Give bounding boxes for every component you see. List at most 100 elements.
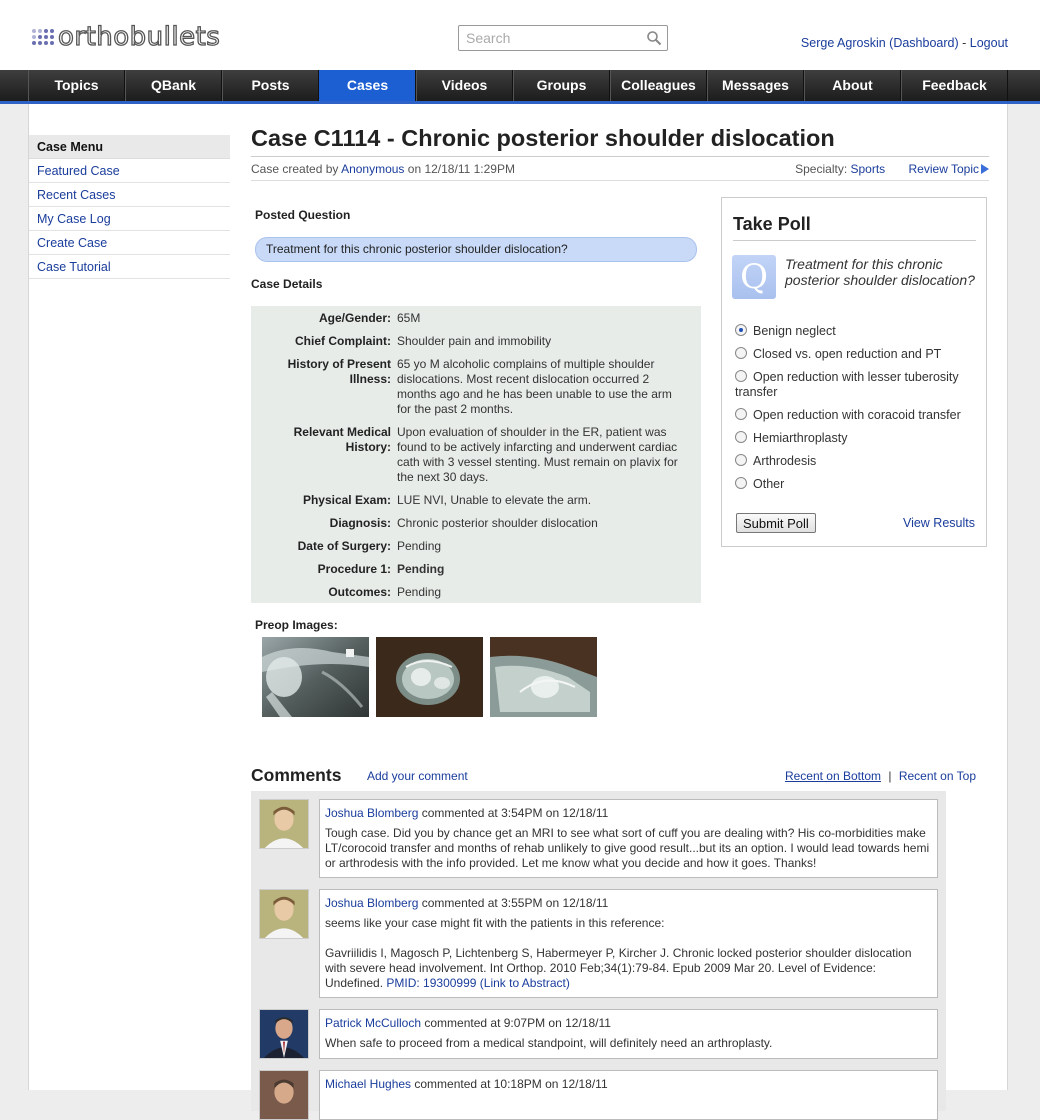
nav-videos[interactable]: Videos <box>416 70 513 101</box>
nav-colleagues[interactable]: Colleagues <box>610 70 707 101</box>
comment-header: Joshua Blomberg commented at 3:54PM on 1… <box>325 806 931 821</box>
specialty-link[interactable]: Sports <box>850 162 885 176</box>
poll-option[interactable]: Arthrodesis <box>735 454 980 469</box>
sidebar-item-label[interactable]: Featured Case <box>37 164 120 178</box>
detail-value: Upon evaluation of shoulder in the ER, p… <box>397 425 678 484</box>
avatar[interactable] <box>259 1070 309 1120</box>
nav-about[interactable]: About <box>804 70 901 101</box>
avatar[interactable] <box>259 889 309 939</box>
detail-row: Procedure 1: Pending <box>251 562 701 577</box>
detail-value: Pending <box>397 562 445 576</box>
radio[interactable] <box>735 408 747 420</box>
preop-ct-image-3[interactable] <box>490 637 597 717</box>
search-box[interactable] <box>458 25 668 51</box>
search-input[interactable] <box>464 27 644 49</box>
detail-key: Chief Complaint: <box>295 334 391 348</box>
nav-messages[interactable]: Messages <box>707 70 804 101</box>
header: orthobullets Serge Agroskin (Dashboard) … <box>0 0 1040 70</box>
nav-groups[interactable]: Groups <box>513 70 610 101</box>
radio[interactable] <box>735 454 747 466</box>
question-icon: Q <box>732 255 776 299</box>
comment-author-link[interactable]: Michael Hughes <box>325 1077 411 1091</box>
review-topic-link[interactable]: Review Topic <box>909 162 979 176</box>
detail-key: Age/Gender: <box>318 311 391 325</box>
detail-key: Relevant Medical History: <box>293 425 391 454</box>
sidebar-item-label[interactable]: Recent Cases <box>37 188 116 202</box>
submit-poll-button[interactable]: Submit Poll <box>736 513 816 533</box>
preop-ct-image-2[interactable] <box>376 637 483 717</box>
sidebar-item-label[interactable]: My Case Log <box>37 212 111 226</box>
sidebar-item-case-tutorial[interactable]: Case Tutorial <box>29 255 230 279</box>
nav-cases[interactable]: Cases <box>319 70 416 101</box>
poll-option[interactable]: Hemiarthroplasty <box>735 431 980 446</box>
detail-value: Shoulder pain and immobility <box>397 334 552 348</box>
user-links-separator: - <box>958 36 970 50</box>
comment-author-link[interactable]: Joshua Blomberg <box>325 806 418 820</box>
sort-recent-bottom-link[interactable]: Recent on Bottom <box>785 769 881 783</box>
sidebar-item-create-case[interactable]: Create Case <box>29 231 230 255</box>
search-icon[interactable] <box>646 30 662 46</box>
detail-key: Diagnosis: <box>329 516 391 530</box>
arrow-right-icon <box>981 164 989 174</box>
comment-time: commented at 10:18PM on 12/18/11 <box>411 1077 608 1091</box>
radio-selected[interactable] <box>735 324 747 336</box>
comment-text: Tough case. Did you by chance get an MRI… <box>325 826 930 870</box>
nav-qbank[interactable]: QBank <box>125 70 222 101</box>
comment: Michael Hughes commented at 10:18PM on 1… <box>259 1070 938 1120</box>
nav-feedback[interactable]: Feedback <box>901 70 1008 101</box>
sort-recent-top-link[interactable]: Recent on Top <box>899 769 976 783</box>
poll-option[interactable]: Open reduction with coracoid transfer <box>735 408 980 423</box>
view-results-link[interactable]: View Results <box>903 516 975 530</box>
sidebar-item-label[interactable]: Case Tutorial <box>37 260 111 274</box>
logout-link[interactable]: Logout <box>970 36 1008 50</box>
sidebar-item-recent-cases[interactable]: Recent Cases <box>29 183 230 207</box>
comment-reference: Gavriilidis I, Magosch P, Lichtenberg S,… <box>325 946 931 991</box>
orthobullets-logo[interactable]: orthobullets <box>32 23 220 51</box>
preop-xray-image-1[interactable] <box>262 637 369 717</box>
comment-sort: Recent on Bottom | Recent on Top <box>785 769 976 783</box>
comment-text: When safe to proceed from a medical stan… <box>325 1036 773 1050</box>
sidebar-item-featured-case[interactable]: Featured Case <box>29 159 230 183</box>
poll-option[interactable]: Benign neglect <box>735 324 980 339</box>
poll-title: Take Poll <box>733 214 811 234</box>
avatar[interactable] <box>259 799 309 849</box>
comment-author-link[interactable]: Joshua Blomberg <box>325 896 418 910</box>
posted-question: Treatment for this chronic posterior sho… <box>255 237 697 262</box>
preop-images-label: Preop Images: <box>255 618 338 632</box>
add-comment-link[interactable]: Add your comment <box>367 769 468 783</box>
author-link[interactable]: Anonymous <box>341 162 404 176</box>
posted-question-label: Posted Question <box>255 208 351 222</box>
detail-key: Outcomes: <box>328 585 391 599</box>
dashboard-link[interactable]: Serge Agroskin (Dashboard) <box>801 36 959 50</box>
comment-header: Patrick McCulloch commented at 9:07PM on… <box>325 1016 931 1031</box>
nav-posts[interactable]: Posts <box>222 70 319 101</box>
pmid-link[interactable]: PMID: 19300999 (Link to Abstract) <box>386 976 569 990</box>
comment-time: commented at 3:55PM on 12/18/11 <box>418 896 609 910</box>
comment-text: seems like your case might fit with the … <box>325 916 665 930</box>
comments-title: Comments <box>251 765 342 785</box>
detail-key: Procedure 1: <box>317 562 391 576</box>
poll-question: Treatment for this chronic posterior sho… <box>785 256 975 288</box>
radio[interactable] <box>735 477 747 489</box>
detail-row: Date of Surgery: Pending <box>251 539 701 554</box>
poll-option[interactable]: Open reduction with lesser tuberosity tr… <box>735 370 980 400</box>
comment-body: Patrick McCulloch commented at 9:07PM on… <box>319 1009 938 1059</box>
comment-author-link[interactable]: Patrick McCulloch <box>325 1016 421 1030</box>
poll-option[interactable]: Other <box>735 477 980 492</box>
nav-topics[interactable]: Topics <box>28 70 125 101</box>
sidebar-item-label[interactable]: Create Case <box>37 236 107 250</box>
comment-body: Joshua Blomberg commented at 3:55PM on 1… <box>319 889 938 998</box>
logo-dots-icon <box>32 29 54 45</box>
case-menu: Case Menu Featured Case Recent Cases My … <box>29 135 230 279</box>
detail-key: Date of Surgery: <box>297 539 391 553</box>
radio[interactable] <box>735 347 747 359</box>
case-menu-title: Case Menu <box>29 135 230 159</box>
detail-key: Physical Exam: <box>302 493 391 507</box>
radio[interactable] <box>735 431 747 443</box>
case-meta: Case created by Anonymous on 12/18/11 1:… <box>251 156 989 181</box>
poll-option[interactable]: Closed vs. open reduction and PT <box>735 347 980 362</box>
poll-option-label: Closed vs. open reduction and PT <box>753 347 942 361</box>
sidebar-item-my-case-log[interactable]: My Case Log <box>29 207 230 231</box>
avatar[interactable] <box>259 1009 309 1059</box>
radio[interactable] <box>735 370 747 382</box>
